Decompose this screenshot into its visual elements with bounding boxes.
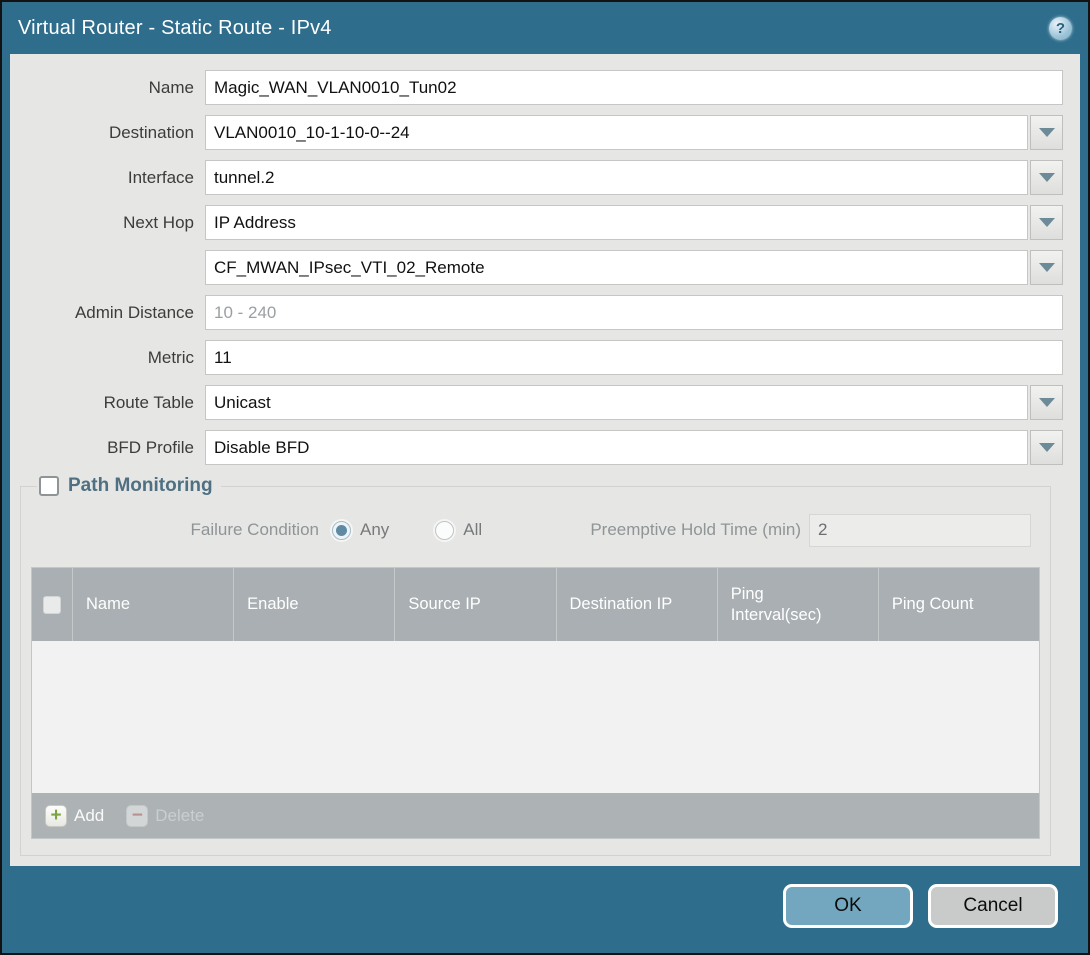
ok-button[interactable]: OK bbox=[783, 884, 913, 928]
form-row-next-hop: Next Hop bbox=[10, 205, 1063, 240]
path-monitoring-section: Path Monitoring Failure Condition Any Al… bbox=[20, 475, 1051, 856]
failure-condition-all-radio[interactable] bbox=[435, 521, 454, 540]
dialog-content: Name Destination Interface Next Hop bbox=[10, 54, 1080, 866]
preemptive-hold-time-input[interactable] bbox=[809, 514, 1031, 547]
route-table-label: Route Table bbox=[10, 393, 205, 413]
preemptive-hold-time-label: Preemptive Hold Time (min) bbox=[590, 520, 801, 540]
form-row-destination: Destination bbox=[10, 115, 1063, 150]
failure-condition-any-radio[interactable] bbox=[332, 521, 351, 540]
form-row-interface: Interface bbox=[10, 160, 1063, 195]
minus-icon: − bbox=[126, 805, 148, 827]
bfd-profile-dropdown-button[interactable] bbox=[1030, 430, 1063, 465]
column-header-source-ip[interactable]: Source IP bbox=[395, 568, 556, 641]
path-monitoring-legend: Path Monitoring bbox=[37, 475, 221, 497]
metric-input[interactable] bbox=[205, 340, 1063, 375]
metric-label: Metric bbox=[10, 348, 205, 368]
destination-input[interactable] bbox=[205, 115, 1028, 150]
table-toolbar: + Add − Delete bbox=[32, 793, 1039, 838]
next-hop-type-input[interactable] bbox=[205, 205, 1028, 240]
path-monitoring-title: Path Monitoring bbox=[68, 475, 213, 497]
cancel-button[interactable]: Cancel bbox=[928, 884, 1058, 928]
chevron-down-icon bbox=[1039, 263, 1055, 272]
column-header-name[interactable]: Name bbox=[73, 568, 234, 641]
interface-input[interactable] bbox=[205, 160, 1028, 195]
failure-condition-all-label: All bbox=[463, 520, 482, 540]
column-header-ping-interval[interactable]: Ping Interval(sec) bbox=[718, 568, 879, 641]
column-header-destination-ip[interactable]: Destination IP bbox=[557, 568, 718, 641]
path-monitoring-checkbox[interactable] bbox=[39, 476, 59, 496]
column-header-ping-count[interactable]: Ping Count bbox=[879, 568, 1039, 641]
chevron-down-icon bbox=[1039, 218, 1055, 227]
add-button-label: Add bbox=[74, 806, 104, 826]
failure-condition-row: Failure Condition Any All Preemptive Hol… bbox=[31, 511, 1040, 549]
bfd-profile-input[interactable] bbox=[205, 430, 1028, 465]
select-all-checkbox[interactable] bbox=[43, 596, 61, 614]
dialog-titlebar: Virtual Router - Static Route - IPv4 ? bbox=[2, 2, 1088, 54]
interface-dropdown-button[interactable] bbox=[1030, 160, 1063, 195]
delete-button-label: Delete bbox=[155, 806, 204, 826]
table-header-row: Name Enable Source IP Destination IP Pin… bbox=[32, 568, 1039, 641]
failure-condition-any-label: Any bbox=[360, 520, 389, 540]
table-body-empty bbox=[32, 641, 1039, 793]
help-icon[interactable]: ? bbox=[1049, 17, 1072, 40]
next-hop-value-dropdown-button[interactable] bbox=[1030, 250, 1063, 285]
route-table-dropdown-button[interactable] bbox=[1030, 385, 1063, 420]
chevron-down-icon bbox=[1039, 173, 1055, 182]
form-row-admin-distance: Admin Distance bbox=[10, 295, 1063, 330]
plus-icon: + bbox=[45, 805, 67, 827]
failure-condition-label: Failure Condition bbox=[31, 520, 319, 540]
chevron-down-icon bbox=[1039, 398, 1055, 407]
admin-distance-label: Admin Distance bbox=[10, 303, 205, 323]
path-monitoring-table: Name Enable Source IP Destination IP Pin… bbox=[31, 567, 1040, 839]
column-header-enable[interactable]: Enable bbox=[234, 568, 395, 641]
dialog-title: Virtual Router - Static Route - IPv4 bbox=[18, 17, 332, 40]
destination-dropdown-button[interactable] bbox=[1030, 115, 1063, 150]
table-header-checkbox-cell bbox=[32, 568, 73, 641]
chevron-down-icon bbox=[1039, 443, 1055, 452]
form-row-route-table: Route Table bbox=[10, 385, 1063, 420]
form-row-metric: Metric bbox=[10, 340, 1063, 375]
static-route-dialog: Virtual Router - Static Route - IPv4 ? N… bbox=[0, 0, 1090, 955]
form-row-name: Name bbox=[10, 70, 1063, 105]
form-row-next-hop-value bbox=[10, 250, 1063, 285]
form-row-bfd-profile: BFD Profile bbox=[10, 430, 1063, 465]
interface-label: Interface bbox=[10, 168, 205, 188]
add-button[interactable]: + Add bbox=[45, 805, 104, 827]
destination-label: Destination bbox=[10, 123, 205, 143]
next-hop-label: Next Hop bbox=[10, 213, 205, 233]
name-input[interactable] bbox=[205, 70, 1063, 105]
name-label: Name bbox=[10, 78, 205, 98]
chevron-down-icon bbox=[1039, 128, 1055, 137]
delete-button[interactable]: − Delete bbox=[126, 805, 204, 827]
route-table-input[interactable] bbox=[205, 385, 1028, 420]
next-hop-type-dropdown-button[interactable] bbox=[1030, 205, 1063, 240]
bfd-profile-label: BFD Profile bbox=[10, 438, 205, 458]
admin-distance-input[interactable] bbox=[205, 295, 1063, 330]
next-hop-value-input[interactable] bbox=[205, 250, 1028, 285]
